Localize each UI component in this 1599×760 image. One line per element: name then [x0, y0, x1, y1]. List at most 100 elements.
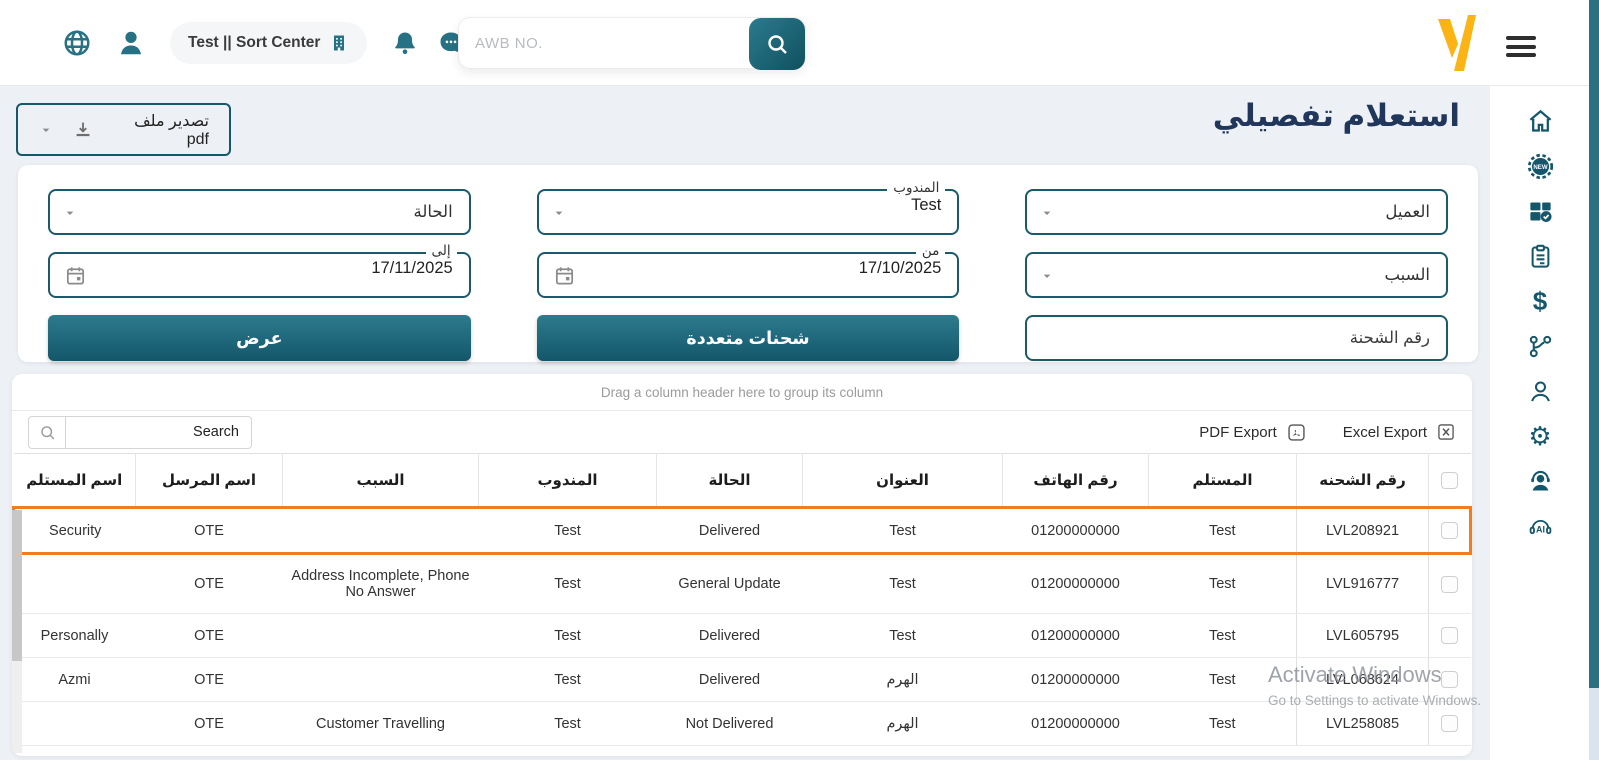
table-cell: 01200000000 [1003, 554, 1149, 614]
page-title: استعلام تفصيلي [1213, 98, 1460, 134]
status-select-label: الحالة [414, 191, 453, 233]
date-to-field[interactable]: إلى 17/11/2025 [48, 252, 471, 298]
export-pdf-label: تصدير ملف pdf [112, 111, 209, 149]
table-cell [14, 702, 136, 746]
group-by-hint[interactable]: Drag a column header here to group its c… [12, 374, 1472, 411]
table-cell [283, 508, 479, 554]
row-checkbox[interactable] [1441, 627, 1458, 644]
table-cell: Test [803, 508, 1003, 554]
sidebar-item-settings-gear-icon[interactable]: ⚙ [1527, 423, 1554, 450]
excel-file-icon [1436, 422, 1456, 442]
sidebar-item-profile[interactable] [1527, 378, 1554, 405]
excel-export-button[interactable]: Excel Export [1343, 422, 1456, 442]
chevron-down-icon [1039, 205, 1055, 221]
chevron-down-icon [1039, 268, 1055, 284]
table-cell: Azmi [14, 658, 136, 702]
reason-select[interactable]: السبب [1025, 252, 1448, 298]
table-cell: 01200000000 [1003, 658, 1149, 702]
table-row[interactable]: LVL068624Test01200000000الهرمDeliveredTe… [14, 658, 1471, 702]
column-header[interactable]: رقم الشحنه [1297, 454, 1429, 508]
table-cell: LVL208921 [1297, 508, 1429, 554]
filters-panel: العميل المندوب Test الحالة السبب من 17/1… [18, 165, 1478, 362]
calendar-icon[interactable] [64, 264, 87, 287]
table-row[interactable]: LVL605795Test01200000000TestDeliveredTes… [14, 614, 1471, 658]
svg-text:NEW: NEW [1533, 165, 1547, 171]
sidebar-item-finance-dollar-icon[interactable]: $ [1527, 288, 1554, 315]
excel-export-label: Excel Export [1343, 424, 1427, 441]
table-row[interactable]: LVL258085Test01200000000الهرمNot Deliver… [14, 702, 1471, 746]
company-logo[interactable] [1424, 11, 1488, 75]
pdf-file-icon [1286, 422, 1307, 443]
sidebar-item-support-agent[interactable] [1527, 468, 1554, 495]
menu-hamburger-icon[interactable] [1506, 36, 1536, 57]
table-scrollbar[interactable] [12, 510, 22, 753]
show-button[interactable]: عرض [48, 315, 471, 361]
courier-select-value: Test [911, 196, 941, 215]
shipment-number-field [1025, 315, 1448, 361]
table-row[interactable]: LVL208921Test01200000000TestDeliveredTes… [14, 508, 1471, 554]
table-cell: Test [1149, 614, 1297, 658]
sidebar-item-whats-new[interactable]: NEW [1527, 153, 1554, 180]
row-checkbox[interactable] [1441, 715, 1458, 732]
column-header[interactable]: اسم المستلم [14, 454, 136, 508]
select-all-checkbox[interactable] [1441, 472, 1458, 489]
workspace-badge[interactable]: Test || Sort Center [170, 22, 367, 64]
table-search-input[interactable] [66, 416, 252, 449]
sidebar-item-ai-assistant[interactable]: AI [1527, 513, 1554, 540]
sidebar-item-reports[interactable] [1527, 243, 1554, 270]
courier-select-label: المندوب [887, 181, 945, 195]
user-profile-icon[interactable] [116, 28, 146, 58]
table-cell: OTE [136, 508, 283, 554]
sidebar-item-shipments[interactable] [1527, 198, 1554, 225]
calendar-icon[interactable] [553, 264, 576, 287]
column-header[interactable]: السبب [283, 454, 479, 508]
status-select[interactable]: الحالة [48, 189, 471, 235]
main-content: استعلام تفصيلي تصدير ملف pdf العميل المن… [12, 86, 1478, 760]
awb-search [458, 17, 806, 69]
export-pdf-button[interactable]: تصدير ملف pdf [16, 103, 231, 156]
date-from-field[interactable]: من 17/10/2025 [537, 252, 960, 298]
column-header[interactable]: اسم المرسل [136, 454, 283, 508]
table-cell: LVL916777 [1297, 554, 1429, 614]
table-cell: Test [479, 614, 657, 658]
table-row[interactable]: LVL916777Test01200000000TestGeneral Upda… [14, 554, 1471, 614]
table-cell: LVL258085 [1297, 702, 1429, 746]
sidebar-nav: NEW $ ⚙ AI [1490, 86, 1590, 760]
client-select[interactable]: العميل [1025, 189, 1448, 235]
row-checkbox[interactable] [1441, 522, 1458, 539]
reason-select-label: السبب [1384, 254, 1430, 296]
workspace-badge-label: Test || Sort Center [188, 34, 320, 52]
multiple-shipments-button[interactable]: شحنات متعددة [537, 315, 960, 361]
sidebar-item-integrations-branch-icon[interactable] [1527, 333, 1554, 360]
building-icon [329, 33, 349, 53]
search-icon[interactable] [28, 416, 66, 449]
top-header: Test || Sort Center [0, 0, 1599, 86]
awb-search-input[interactable] [459, 18, 749, 68]
sidebar-item-home[interactable] [1527, 108, 1554, 135]
shipment-number-input[interactable] [1027, 317, 1446, 359]
column-header[interactable]: رقم الهاتف [1003, 454, 1149, 508]
awb-search-button[interactable] [749, 18, 805, 70]
table-cell: الهرم [803, 702, 1003, 746]
table-cell: Test [803, 614, 1003, 658]
row-checkbox[interactable] [1441, 671, 1458, 688]
table-cell: Test [1149, 508, 1297, 554]
language-globe-icon[interactable] [62, 28, 92, 58]
results-table-card: Drag a column header here to group its c… [12, 374, 1472, 756]
table-cell [283, 658, 479, 702]
pdf-export-button[interactable]: PDF Export [1199, 422, 1307, 443]
column-header[interactable]: المندوب [479, 454, 657, 508]
row-checkbox[interactable] [1441, 576, 1458, 593]
table-cell: OTE [136, 614, 283, 658]
column-header[interactable]: الحالة [657, 454, 803, 508]
page-scrollbar[interactable] [1589, 0, 1599, 760]
chevron-down-icon [551, 205, 567, 221]
column-header[interactable]: المستلم [1149, 454, 1297, 508]
chevron-down-icon [62, 205, 78, 221]
date-to-value: 17/11/2025 [371, 259, 452, 278]
table-cell: LVL068624 [1297, 658, 1429, 702]
courier-select[interactable]: المندوب Test [537, 189, 960, 235]
date-from-value: 17/10/2025 [859, 259, 942, 278]
column-header[interactable]: العنوان [803, 454, 1003, 508]
notifications-bell-icon[interactable] [391, 29, 419, 57]
